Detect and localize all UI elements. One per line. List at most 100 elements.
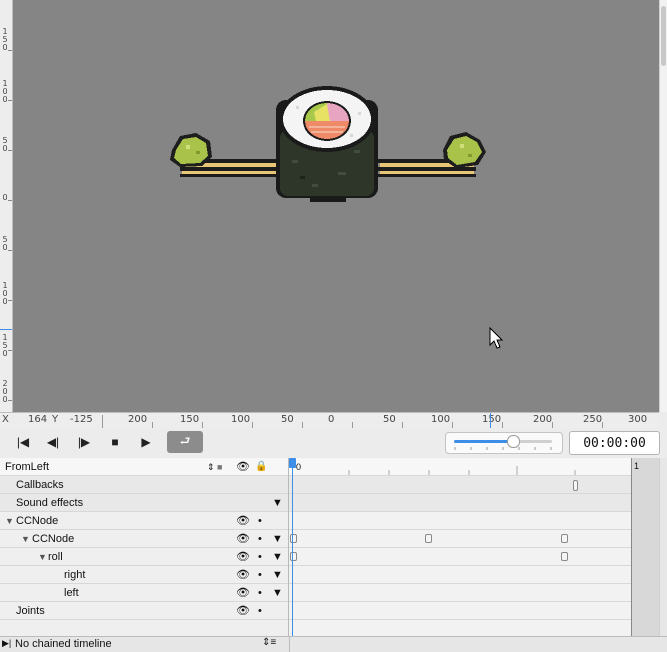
keyframe[interactable] xyxy=(561,552,568,561)
row-label: right xyxy=(64,569,86,581)
playhead-handle[interactable] xyxy=(289,458,296,468)
list-item[interactable]: Joints xyxy=(0,602,233,620)
sushi-roll xyxy=(276,86,378,202)
h-ruler-label: 250 xyxy=(583,414,603,425)
chained-timeline-bar: ▶| No chained timeline ⇕≡ xyxy=(0,636,667,652)
timeline-stepper-icon[interactable]: ⇕ xyxy=(207,458,215,476)
disclosure-triangle-icon[interactable]: ▼ xyxy=(38,548,47,566)
y-coordinate-value: -125 xyxy=(70,414,93,425)
disclosure-triangle-icon[interactable]: ▼ xyxy=(5,512,14,530)
visibility-toggle-eye-icon[interactable]: 👁 xyxy=(236,566,250,584)
timeline-color-icon[interactable]: ■ xyxy=(217,458,222,476)
h-ruler-label: 300 xyxy=(628,414,648,425)
property-menu-arrow-icon[interactable]: ▼ xyxy=(272,584,283,602)
row-label: CCNode xyxy=(16,515,59,527)
h-ruler-label: 200 xyxy=(128,414,148,425)
keyframe[interactable] xyxy=(425,534,432,543)
callback-keyframe[interactable] xyxy=(573,480,578,491)
playhead-line[interactable] xyxy=(292,458,293,636)
visibility-toggle-eye-icon[interactable]: 👁 xyxy=(236,602,250,620)
eye-icon: 👁 xyxy=(236,461,250,473)
timeline-sequence-list: FromLeft ⇕ ■ Callbacks Sound effects ▼ C… xyxy=(0,458,234,636)
playback-toolbar: |◀ ◀| |▶ ■ ▶ ⮐ 00:00:00 xyxy=(0,428,667,459)
lock-toggle-dot[interactable]: • xyxy=(258,566,262,584)
step-back-icon: ◀| xyxy=(46,435,60,449)
loop-toggle-button[interactable]: ⮐ xyxy=(167,431,203,453)
y-coordinate-label: Y xyxy=(52,414,59,425)
sound-effects-track[interactable] xyxy=(289,494,631,512)
track-row[interactable] xyxy=(289,548,631,566)
timeline-zoom-slider[interactable] xyxy=(445,432,563,454)
list-item[interactable]: ▼ CCNode xyxy=(0,512,233,530)
property-menu-arrow-icon[interactable]: ▼ xyxy=(272,548,283,566)
sushi-scene[interactable] xyxy=(0,0,659,412)
h-ruler-label: 150 xyxy=(482,414,502,425)
visibility-toggle-eye-icon[interactable]: 👁 xyxy=(236,512,250,530)
h-ruler-label: 100 xyxy=(231,414,251,425)
skip-to-start-icon: |◀ xyxy=(16,435,30,449)
play-button[interactable]: ▶ xyxy=(131,431,161,453)
list-item[interactable]: right xyxy=(0,566,233,584)
v-ruler-label: 100 xyxy=(2,281,8,306)
lock-toggle-dot[interactable]: • xyxy=(258,602,262,620)
list-item[interactable]: ▼ CCNode xyxy=(0,530,233,548)
x-coordinate-value: 164 xyxy=(28,414,48,425)
lock-toggle-dot[interactable]: • xyxy=(258,512,262,530)
visibility-toggle-eye-icon[interactable]: 👁 xyxy=(236,584,250,602)
mouse-cursor-icon xyxy=(489,326,504,349)
chained-timeline-stepper-icon[interactable]: ⇕≡ xyxy=(262,637,276,648)
step-forward-button[interactable]: |▶ xyxy=(69,431,99,453)
keyframe[interactable] xyxy=(561,534,568,543)
timeline-vertical-scrollbar[interactable] xyxy=(659,458,667,636)
lock-toggle-dot[interactable]: • xyxy=(258,584,262,602)
left-wasabi xyxy=(170,133,212,167)
row-label: Joints xyxy=(16,605,45,617)
skip-to-start-button[interactable]: |◀ xyxy=(8,431,38,453)
right-wasabi xyxy=(443,132,486,168)
callbacks-track[interactable] xyxy=(289,476,631,494)
list-item[interactable]: Sound effects xyxy=(0,494,233,512)
disclosure-triangle-icon[interactable]: ▼ xyxy=(21,530,30,548)
visibility-toggle-eye-icon[interactable]: 👁 xyxy=(236,530,250,548)
scene-canvas[interactable]: 150 100 50 0 50 100 150 200 xyxy=(0,0,659,412)
track-row[interactable] xyxy=(289,512,631,530)
chain-play-icon[interactable]: ▶| xyxy=(2,638,11,649)
list-item[interactable]: Callbacks xyxy=(0,476,233,494)
stop-button[interactable]: ■ xyxy=(100,431,130,453)
property-menu-arrow-icon[interactable]: ▼ xyxy=(272,566,283,584)
property-menu-arrow-icon[interactable]: ▼ xyxy=(272,530,283,548)
horizontal-ruler: X 164 Y -125 200 150 100 50 0 50 100 150… xyxy=(0,412,659,429)
timeline-keyframe-area[interactable]: 0 xyxy=(289,458,631,636)
list-item[interactable]: ▼ roll xyxy=(0,548,233,566)
canvas-vertical-scrollbar[interactable] xyxy=(659,0,667,412)
timeline-end-region: 1 xyxy=(631,458,659,636)
vertical-ruler: 150 100 50 0 50 100 150 200 xyxy=(0,0,13,412)
stop-icon: ■ xyxy=(111,435,119,449)
v-ruler-label: 150 xyxy=(2,27,8,52)
scrollbar-thumb[interactable] xyxy=(661,6,666,66)
timeline-time-ruler[interactable]: 0 xyxy=(289,458,631,476)
timeline-selector[interactable]: FromLeft ⇕ ■ xyxy=(0,458,233,476)
lock-toggle-dot[interactable]: • xyxy=(258,548,262,566)
step-forward-icon: |▶ xyxy=(77,435,91,449)
track-row[interactable] xyxy=(289,530,631,548)
timeline-name: FromLeft xyxy=(5,461,50,473)
track-row[interactable] xyxy=(289,566,631,584)
h-ruler-label: 200 xyxy=(533,414,553,425)
v-ruler-label: 150 xyxy=(2,333,8,358)
h-ruler-label: 0 xyxy=(328,414,335,425)
dropdown-arrow-icon[interactable]: ▼ xyxy=(272,494,283,512)
visibility-toggle-eye-icon[interactable]: 👁 xyxy=(236,548,250,566)
h-ruler-label: 150 xyxy=(180,414,200,425)
step-back-button[interactable]: ◀| xyxy=(38,431,68,453)
x-coordinate-label: X xyxy=(2,414,9,425)
time-display[interactable]: 00:00:00 xyxy=(569,431,660,455)
track-row[interactable] xyxy=(289,584,631,602)
loop-icon: ⮐ xyxy=(179,433,191,448)
list-item[interactable]: left xyxy=(0,584,233,602)
track-row[interactable] xyxy=(289,602,631,620)
lock-toggle-dot[interactable]: • xyxy=(258,530,262,548)
row-label: Sound effects xyxy=(16,497,84,509)
row-label: CCNode xyxy=(32,533,75,545)
chained-timeline-label[interactable]: No chained timeline xyxy=(15,638,112,650)
